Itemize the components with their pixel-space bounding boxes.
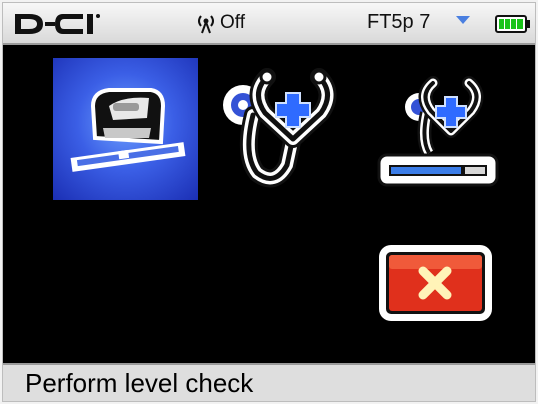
screen: Off FT5p 7 Perform level check bbox=[2, 2, 536, 402]
level-diagnostics-button[interactable] bbox=[373, 69, 503, 193]
diagnostics-button[interactable] bbox=[213, 65, 343, 190]
telemetry-label: Off bbox=[220, 12, 245, 33]
chevron-down-icon bbox=[456, 16, 470, 24]
locator-on-level-icon bbox=[70, 88, 186, 172]
dci-logo bbox=[15, 14, 100, 34]
status-bar: Off FT5p 7 bbox=[3, 3, 535, 45]
frequency-label: FT5p 7 bbox=[367, 11, 431, 33]
exit-button[interactable] bbox=[377, 243, 494, 323]
stethoscope-icon bbox=[223, 68, 337, 188]
battery-icon bbox=[495, 15, 530, 33]
hint-bar: Perform level check bbox=[3, 363, 535, 401]
stethoscope-level-icon bbox=[377, 76, 499, 187]
level-check-button[interactable] bbox=[53, 58, 198, 200]
close-icon bbox=[379, 245, 492, 321]
telemetry-status: Off bbox=[195, 12, 245, 34]
antenna-icon bbox=[198, 15, 214, 34]
hint-text: Perform level check bbox=[25, 368, 254, 398]
